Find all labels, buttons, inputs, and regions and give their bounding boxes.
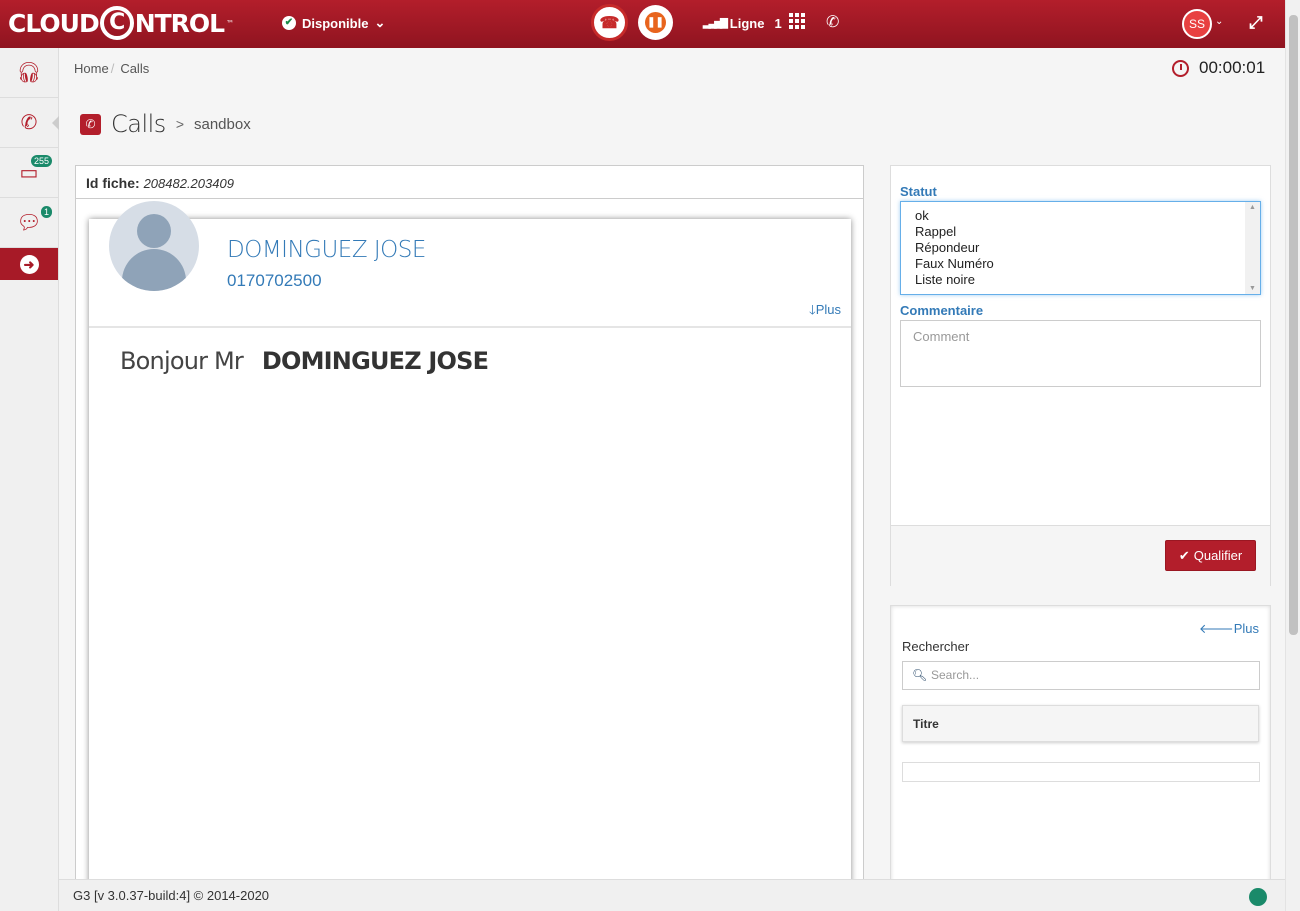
page-scrollbar-thumb[interactable] <box>1289 15 1298 635</box>
phone-icon: ✆ <box>20 112 38 134</box>
arrow-right-icon: ➜ <box>19 254 39 274</box>
check-circle-icon: ✔ <box>282 16 296 30</box>
sidebar-item-headset[interactable]: 🎧︎ <box>0 48 58 98</box>
headset-icon: 🎧︎ <box>16 62 42 84</box>
search-placeholder: Search... <box>931 668 980 682</box>
search-input[interactable]: 🔍︎ Search... <box>902 661 1260 690</box>
fiche-id-value: 208482.203409 <box>143 176 234 191</box>
dialpad-icon[interactable] <box>789 13 805 29</box>
comment-textarea[interactable]: Comment <box>900 320 1261 387</box>
campaign-name: sandbox <box>194 115 251 133</box>
page-title: ✆ Calls > sandbox <box>80 110 251 138</box>
breadcrumb-home[interactable]: Home <box>74 61 109 76</box>
page-scrollbar[interactable] <box>1285 0 1300 911</box>
contact-name: DOMINGUEZ JOSE <box>227 237 426 263</box>
statut-option[interactable]: Répondeur <box>915 240 1260 256</box>
line-number: 1 <box>774 16 782 31</box>
phone-square-icon: ✆ <box>80 113 101 135</box>
top-bar: CLOUD C NTROL ™ ✔ Disponible ⌄ ☎ ❚❚ ▂▃▅▇… <box>0 0 1285 48</box>
check-icon: ✔ <box>1178 547 1190 563</box>
search-panel: 🡐Plus Rechercher 🔍︎ Search... Titre <box>890 605 1271 885</box>
call-transfer-icon[interactable]: ✆ <box>826 12 839 32</box>
qualification-footer: ✔ Qualifier <box>891 525 1270 586</box>
pause-button[interactable]: ❚❚ <box>638 5 673 40</box>
availability-label: Disponible <box>302 15 369 31</box>
connection-status-indicator <box>1249 888 1267 906</box>
logo-tm: ™ <box>226 18 234 28</box>
greeting-text: Bonjour Mr <box>120 347 244 375</box>
hangup-phone-icon: ☎ <box>599 14 620 32</box>
chat-badge: 1 <box>40 206 52 218</box>
qualification-panel: Statut ok Rappel Répondeur Faux Numéro L… <box>890 165 1271 586</box>
line-label: Ligne <box>729 16 765 31</box>
arrow-left-icon: 🡐 <box>1198 621 1234 636</box>
fiche-id-label: Id fiche: <box>86 175 140 191</box>
user-avatar[interactable]: SS <box>1182 9 1212 39</box>
search-label: Rechercher <box>902 639 970 654</box>
listbox-scrollbar[interactable] <box>1245 202 1260 294</box>
availability-dropdown[interactable]: ✔ Disponible ⌄ <box>282 15 385 31</box>
breadcrumb: Home / Calls <box>74 61 150 76</box>
footer: G3 [v 3.0.37-build:4] © 2014-2020 <box>59 879 1285 911</box>
cloudcontrol-logo[interactable]: CLOUD C NTROL ™ <box>8 6 234 40</box>
statut-option[interactable]: ok <box>915 208 1260 224</box>
statut-label: Statut <box>900 184 937 199</box>
chat-bubble-icon: 💬︎ <box>16 212 42 234</box>
page-title-text: Calls <box>111 110 166 138</box>
qualifier-button[interactable]: ✔ Qualifier <box>1165 540 1256 571</box>
sidebar-expand-button[interactable]: ➜ <box>0 248 58 280</box>
statut-option[interactable]: Rappel <box>915 224 1260 240</box>
breadcrumb-current: Calls <box>120 61 150 76</box>
line-indicator[interactable]: ▂▃▅▇ Ligne 1 <box>703 16 782 31</box>
logo-text-right: NTROL <box>134 8 225 38</box>
column-header-titre[interactable]: Titre <box>902 705 1259 742</box>
statut-option[interactable]: Faux Numéro <box>915 256 1260 272</box>
contact-more-link[interactable]: 🡓Plus <box>809 301 841 323</box>
arrow-down-icon: 🡓 <box>808 302 816 317</box>
contact-card: DOMINGUEZ JOSE 0170702500 🡓Plus Bonjour … <box>89 201 851 899</box>
contact-panel: Id fiche: 208482.203409 DOMINGUEZ JOSE 0… <box>75 165 864 899</box>
logo-text-left: CLOUD <box>8 8 100 38</box>
call-timer: 00:00:01 <box>1172 58 1265 78</box>
statut-option[interactable]: Liste noire <box>915 272 1260 288</box>
logo-ring: C <box>99 6 134 40</box>
page-title-separator: > <box>175 116 184 132</box>
chevron-down-icon: ⌄ <box>374 15 386 30</box>
sidebar-item-chat[interactable]: 💬︎ 1 <box>0 198 58 248</box>
signal-icon: ▂▃▅▇ <box>703 18 728 29</box>
search-panel-more-link[interactable]: 🡐Plus <box>1199 621 1259 637</box>
clock-icon <box>1172 59 1189 77</box>
sidebar-item-calls[interactable]: ✆ <box>0 98 59 148</box>
fullscreen-icon[interactable]: ⤢ <box>1249 13 1263 33</box>
search-icon: 🔍︎ <box>912 668 928 682</box>
table-row[interactable] <box>902 762 1260 782</box>
greeting-name: DOMINGUEZ JOSE <box>261 347 489 375</box>
sidebar: 🎧︎ ✆ ▭ 255 💬︎ 1 ➜ <box>0 48 59 911</box>
user-menu-chevron-icon[interactable]: ⌄ <box>1215 16 1223 27</box>
contact-phone[interactable]: 0170702500 <box>227 271 322 291</box>
pause-icon: ❚❚ <box>645 12 666 33</box>
contact-card-header: DOMINGUEZ JOSE 0170702500 🡓Plus <box>89 201 851 328</box>
comment-label: Commentaire <box>900 303 984 318</box>
contact-avatar <box>109 201 199 291</box>
hangup-button[interactable]: ☎ <box>591 4 628 41</box>
sidebar-item-inbox[interactable]: ▭ 255 <box>0 148 58 198</box>
call-timer-value: 00:00:01 <box>1199 58 1266 77</box>
inbox-badge: 255 <box>30 155 52 167</box>
statut-listbox[interactable]: ok Rappel Répondeur Faux Numéro Liste no… <box>900 201 1261 295</box>
greeting: Bonjour Mr DOMINGUEZ JOSE <box>120 347 489 375</box>
version-text: G3 [v 3.0.37-build:4] © 2014-2020 <box>73 888 270 903</box>
fiche-id: Id fiche: 208482.203409 <box>76 166 863 199</box>
